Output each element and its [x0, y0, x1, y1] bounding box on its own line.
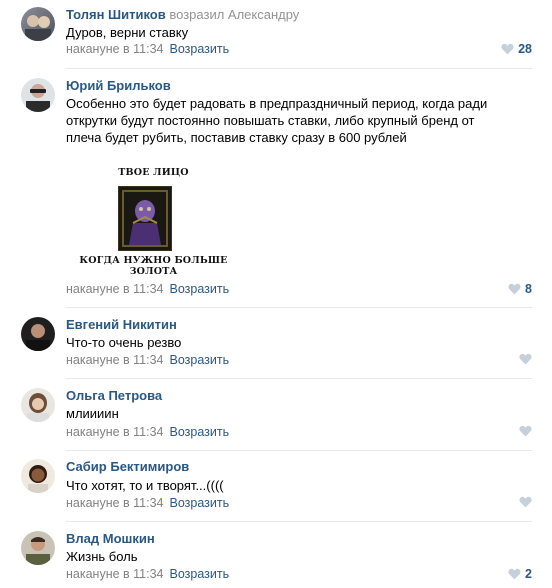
meme-top-caption: ТВОЕ ЛИЦО	[118, 167, 189, 178]
author-name[interactable]: Евгений Никитин	[66, 317, 177, 332]
avatar[interactable]	[21, 78, 55, 112]
avatar[interactable]	[21, 317, 55, 351]
author-name[interactable]: Юрий Брильков	[66, 78, 171, 93]
comment-text: Что хотят, то и творят...((((	[66, 478, 224, 493]
comment-time[interactable]: накануне в 11:34	[66, 353, 164, 367]
heart-icon	[508, 568, 521, 580]
comment-time[interactable]: накануне в 11:34	[66, 496, 164, 510]
author-name[interactable]: Влад Мошкин	[66, 531, 155, 546]
like-button[interactable]	[519, 353, 532, 365]
comment-time[interactable]: накануне в 11:34	[66, 567, 164, 581]
reply-button[interactable]: Возразить	[170, 353, 230, 367]
meme-picture	[118, 186, 172, 251]
reply-button[interactable]: Возразить	[170, 567, 230, 581]
divider	[66, 378, 532, 379]
comment-text: Что-то очень резво	[66, 335, 182, 350]
comment-text: Жизнь боль	[66, 549, 138, 564]
heart-icon	[519, 496, 532, 508]
author-name[interactable]: Ольга Петрова	[66, 388, 162, 403]
comment-time[interactable]: накануне в 11:34	[66, 42, 164, 56]
divider	[66, 68, 532, 69]
meme-image[interactable]: ТВОЕ ЛИЦО КОГДА НУЖНО БОЛЬШЕ ЗОЛОТА	[66, 163, 241, 277]
heart-icon	[501, 43, 514, 55]
divider	[66, 521, 532, 522]
like-button[interactable]: 8	[508, 282, 532, 296]
like-button[interactable]	[519, 425, 532, 437]
avatar[interactable]	[21, 388, 55, 422]
comment-text: млиииин	[66, 406, 119, 421]
reply-button[interactable]: Возразить	[170, 282, 230, 296]
like-count: 8	[525, 282, 532, 296]
like-count: 28	[518, 42, 532, 56]
heart-icon	[519, 353, 532, 365]
comment-time[interactable]: накануне в 11:34	[66, 425, 164, 439]
divider	[66, 307, 532, 308]
avatar[interactable]	[21, 531, 55, 565]
meme-bottom-caption: КОГДА НУЖНО БОЛЬШЕ ЗОЛОТА	[79, 255, 228, 277]
comment-time[interactable]: накануне в 11:34	[66, 282, 164, 296]
like-button[interactable]: 2	[508, 567, 532, 581]
author-name[interactable]: Толян Шитиков возразил Александру	[66, 7, 299, 22]
avatar[interactable]	[21, 459, 55, 493]
comment-text: Особенно это будет радовать в предпраздн…	[66, 96, 488, 145]
divider	[66, 450, 532, 451]
heart-icon	[519, 425, 532, 437]
reply-to-text: возразил Александру	[169, 7, 300, 22]
comment-text: Дуров, верни ставку	[66, 25, 189, 40]
reply-button[interactable]: Возразить	[170, 425, 230, 439]
reply-button[interactable]: Возразить	[170, 496, 230, 510]
like-count: 2	[525, 567, 532, 581]
avatar[interactable]	[21, 7, 55, 41]
heart-icon	[508, 283, 521, 295]
like-button[interactable]: 28	[501, 42, 532, 56]
reply-button[interactable]: Возразить	[170, 42, 230, 56]
author-name[interactable]: Сабир Бектимиров	[66, 459, 189, 474]
like-button[interactable]	[519, 496, 532, 508]
